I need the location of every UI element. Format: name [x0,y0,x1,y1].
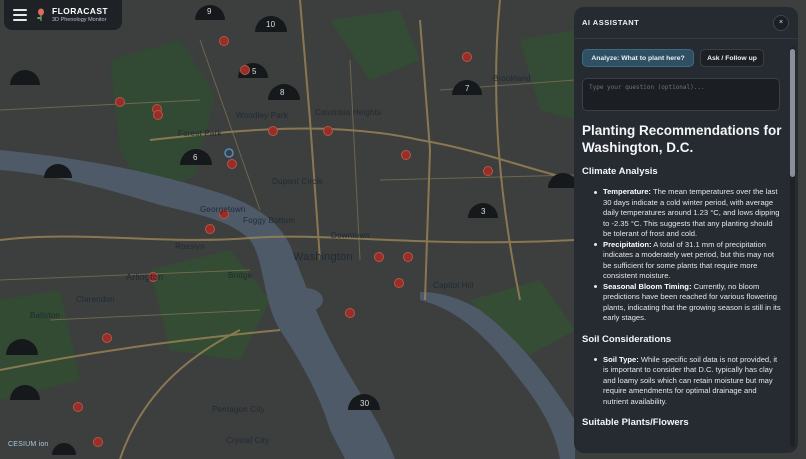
response-heading: Planting Recommendations for Washington,… [582,123,782,155]
list-item: Temperature: The mean temperatures over … [594,187,782,240]
ai-action-bar: Analyze: What to plant here? Ask / Follo… [574,39,798,67]
app-branding: FLORACAST 3D Phenology Monitor [52,6,108,24]
ai-panel-header: AI ASSISTANT × [574,7,798,39]
map-label: Forest Park [178,129,222,138]
map-label: Woodley Park [236,111,289,120]
map-label: Crystal City [226,436,270,445]
marker-number: 3 [481,207,486,216]
close-button[interactable]: × [773,14,789,31]
marker-number: 7 [465,84,470,93]
menu-icon-bar [13,9,27,11]
map-label: Bridge [228,271,253,280]
map-label: Downtown [331,231,370,240]
analyze-button[interactable]: Analyze: What to plant here? [582,49,694,67]
map-label: Rosslyn [175,242,205,251]
list-item: Seasonal Bloom Timing: Currently, no blo… [594,282,782,324]
ai-panel-title: AI ASSISTANT [582,18,640,27]
map-label: Pentagon City [212,405,265,414]
marker-number: 9 [207,7,212,16]
list-item: Soil Type: While specific soil data is n… [594,355,782,408]
flower-icon [37,8,44,21]
map-attribution: CESIUM ion [8,441,49,448]
marker-number: 8 [280,88,285,97]
scrollbar-thumb[interactable] [790,49,795,177]
app-title: FLORACAST [52,6,109,16]
ask-follow-up-button[interactable]: Ask / Follow up [700,49,764,67]
section-title-soil: Soil Considerations [582,333,672,345]
map-label: Brookland [493,74,531,83]
map-label: Washington [293,251,353,263]
map-label: Capitol Hill [433,281,474,290]
soil-list: Soil Type: While specific soil data is n… [582,355,782,408]
menu-icon-bar [13,19,27,21]
marker-number: 10 [266,20,276,29]
marker-number: 30 [360,399,370,408]
marker-number: 6 [193,153,198,162]
map-label: Georgetown [200,205,246,214]
marker-number: 5 [252,67,257,76]
menu-button[interactable] [10,5,30,25]
ai-response: Planting Recommendations for Washington,… [582,123,782,438]
app-header: FLORACAST 3D Phenology Monitor [4,0,122,30]
map-label: Arlington [126,272,164,282]
map-label: Clarendon [76,295,115,304]
map-label: Dupont Circle [272,177,324,186]
list-item: Precipitation: A total of 31.1 mm of pre… [594,240,782,282]
scrollbar[interactable] [790,47,795,447]
climate-list: Temperature: The mean temperatures over … [582,187,782,324]
section-title-climate: Climate Analysis [582,166,658,177]
map-label: Foggy Bottom [243,216,296,225]
question-input[interactable] [582,78,780,111]
map-label: Columbia Heights [315,108,382,117]
map-label: Ballston [30,311,61,320]
section-title-plants: Suitable Plants/Flowers [582,417,689,428]
app-subtitle: 3D Phenology Monitor [52,17,107,23]
menu-icon-bar [13,14,27,16]
ai-assistant-panel: AI ASSISTANT × Analyze: What to plant he… [574,7,798,453]
